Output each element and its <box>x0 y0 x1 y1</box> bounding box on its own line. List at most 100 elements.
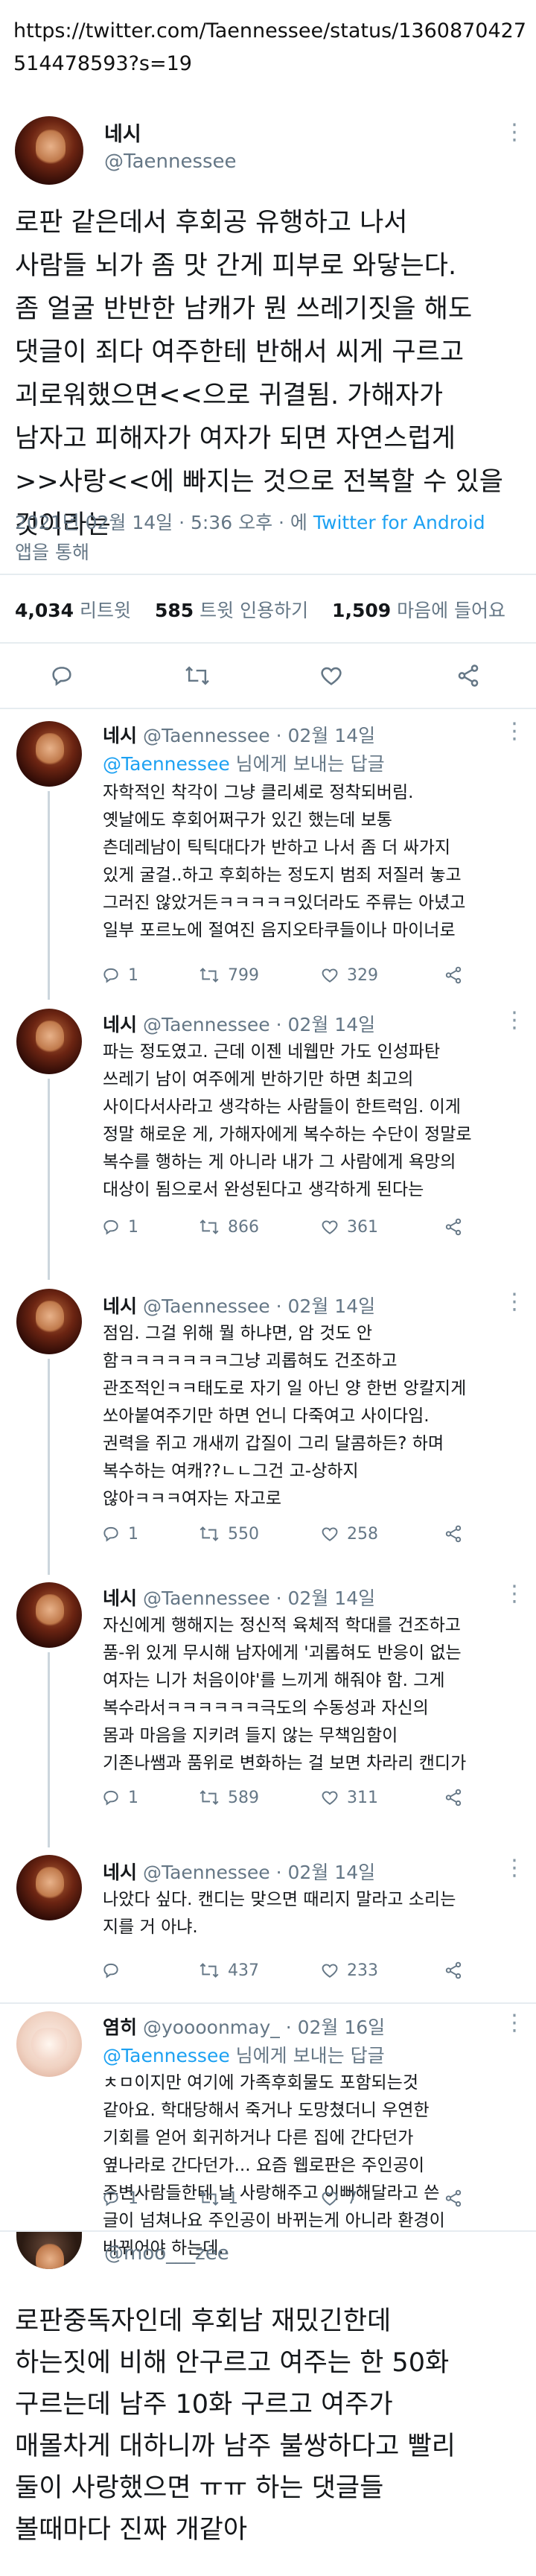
reply-text: 자신에게 행해지는 정신적 육체적 학대를 건조하고 품-위 있게 무시해 남자… <box>103 1612 520 1777</box>
share-button[interactable] <box>444 1952 463 1989</box>
like-count: 311 <box>347 1788 378 1807</box>
like-icon <box>322 1791 338 1805</box>
reply-header: 네시 @Taennessee · 02월 14일 <box>103 721 375 748</box>
main-action-bar <box>0 657 536 694</box>
reply-to-handle[interactable]: @Taennessee <box>103 2045 230 2066</box>
reply-author-name[interactable]: 네시 <box>103 1862 137 1883</box>
reply-author-name[interactable]: 네시 <box>103 1014 137 1035</box>
like-icon <box>322 1964 338 1978</box>
reply-line: 복수를 행하는 게 아니라 내가 그 사람에게 욕망의 <box>103 1152 456 1172</box>
bottom-avatar[interactable] <box>16 2232 82 2269</box>
author-handle[interactable]: @Taennessee <box>104 150 237 173</box>
like-button[interactable]: 233 <box>320 1952 378 1989</box>
reply-button[interactable] <box>101 1952 128 1989</box>
more-icon[interactable]: ⋮ <box>503 2012 526 2034</box>
bottom-handle[interactable]: @moo___zee <box>104 2242 229 2265</box>
reply-avatar[interactable] <box>16 2011 82 2077</box>
like-button[interactable]: 311 <box>320 1779 378 1816</box>
retweet-icon <box>200 1790 219 1805</box>
tweet-line: 좀 얼굴 반반한 남캐가 뭔 쓰레기짓을 해도 <box>15 294 473 324</box>
reply-count: 1 <box>128 1217 138 1237</box>
reply-author-name[interactable]: 네시 <box>103 1587 137 1609</box>
retweet-count: 4,034 <box>15 600 74 621</box>
like-icon <box>322 2192 338 2206</box>
more-icon[interactable]: ⋮ <box>503 1291 526 1313</box>
reply-line: 사이다서사라고 생각하는 사람들이 한트럭임. 이게 <box>103 1097 461 1117</box>
like-button[interactable]: 258 <box>320 1515 378 1552</box>
retweet-count: 437 <box>228 1961 259 1980</box>
share-icon <box>445 966 462 984</box>
more-icon[interactable]: ⋮ <box>503 121 526 144</box>
author-avatar[interactable] <box>15 116 83 185</box>
reply-button[interactable] <box>49 657 74 694</box>
retweet-count: 550 <box>228 1524 259 1544</box>
share-button[interactable] <box>444 1515 463 1552</box>
reply-icon <box>103 1526 118 1542</box>
reply-button[interactable]: 1 <box>101 1779 138 1816</box>
retweet-stat[interactable]: 4,034 리트윗 <box>15 600 131 621</box>
retweet-button[interactable]: 437 <box>198 1952 259 1989</box>
reply-avatar[interactable] <box>16 1582 82 1648</box>
reply-handle-date: @Taennessee · 02월 14일 <box>142 725 376 746</box>
reply-line: 있게 굴걸..하고 후회하는 정도지 범죄 저질러 놓고 <box>103 866 462 885</box>
reply-line: 대상이 됨으로서 완성된다고 생각하게 된다는 <box>103 1180 424 1199</box>
reply-line: 옛날에도 후회어쩌구가 있긴 했는데 보통 <box>103 810 392 830</box>
reply-line: 같아요. 학대당해서 죽거나 도망쳤더니 우연한 <box>103 2101 430 2120</box>
more-icon[interactable]: ⋮ <box>503 720 526 743</box>
reply-avatar[interactable] <box>16 1855 82 1920</box>
reply-avatar[interactable] <box>16 1289 82 1354</box>
reply-button[interactable]: 1 <box>101 2180 138 2217</box>
reply-icon <box>103 968 118 983</box>
retweet-icon <box>185 666 209 685</box>
reply-button[interactable]: 1 <box>101 957 138 994</box>
more-icon[interactable]: ⋮ <box>503 1857 526 1879</box>
divider <box>0 2002 536 2004</box>
source-link[interactable]: Twitter for Android <box>313 512 485 533</box>
retweet-icon <box>200 1219 219 1234</box>
reply-author-name[interactable]: 네시 <box>103 725 137 746</box>
more-icon[interactable]: ⋮ <box>503 1009 526 1032</box>
reply-line: 복수하는 여캐??ㄴㄴ그건 고-상하지 <box>103 1462 359 1481</box>
reply-line: 함ㅋㅋㅋㅋㅋㅋㅋ그냥 괴롭혀도 건조하고 <box>103 1351 398 1371</box>
reply-avatar[interactable] <box>16 721 82 787</box>
reply-button[interactable]: 1 <box>101 1208 138 1246</box>
tweet-url[interactable]: https://twitter.com/Taennessee/status/13… <box>13 15 527 80</box>
reply-icon <box>103 1963 118 1979</box>
reply-header: 네시 @Taennessee · 02월 14일 <box>103 1584 375 1611</box>
author-name[interactable]: 네시 <box>104 118 141 147</box>
like-count: 1,509 <box>332 600 392 621</box>
more-icon[interactable]: ⋮ <box>503 1583 526 1605</box>
share-button[interactable] <box>444 1779 463 1816</box>
like-button[interactable] <box>319 657 344 694</box>
reply-author-name[interactable]: 염히 <box>103 2017 137 2038</box>
tweet-line: 댓글이 죄다 여주한테 반해서 씨게 구르고 <box>15 337 465 367</box>
share-button[interactable] <box>456 657 481 694</box>
reply-line: 권력을 쥐고 개새끼 갑질이 그리 달콤하든? 하며 <box>103 1434 444 1453</box>
share-button[interactable] <box>444 1208 463 1246</box>
like-button[interactable]: 361 <box>320 1208 378 1246</box>
quote-stat[interactable]: 585 트윗 인용하기 <box>155 600 308 621</box>
retweet-button[interactable] <box>183 657 211 694</box>
share-button[interactable] <box>444 2180 463 2217</box>
reply-line: 정말 해로운 게, 가해자에게 복수하는 수단이 정말로 <box>103 1125 472 1144</box>
reply-author-name[interactable]: 네시 <box>103 1295 137 1317</box>
retweet-button[interactable]: 866 <box>198 1208 259 1246</box>
like-count: 233 <box>347 1961 378 1980</box>
reply-to-handle[interactable]: @Taennessee <box>103 753 230 775</box>
like-stat[interactable]: 1,509 마음에 들어요 <box>332 600 505 621</box>
like-button[interactable]: 7 <box>320 2180 357 2217</box>
reply-button[interactable]: 1 <box>101 1515 138 1552</box>
reply-handle-date: @Taennessee · 02월 14일 <box>142 1295 376 1317</box>
share-button[interactable] <box>444 957 463 994</box>
reply-text: 파는 정도였고. 근데 이젠 네웹만 가도 인성파탄 쓰레기 남이 여주에게 반… <box>103 1038 520 1204</box>
retweet-button[interactable]: 799 <box>198 957 259 994</box>
reply-text: 점임. 그걸 위해 뭘 하냐면, 암 것도 안 함ㅋㅋㅋㅋㅋㅋㅋ그냥 괴롭혀도 … <box>103 1320 520 1513</box>
retweet-button[interactable]: 550 <box>198 1515 259 1552</box>
reply-avatar[interactable] <box>16 1009 82 1074</box>
like-count: 7 <box>347 2189 357 2208</box>
like-icon <box>321 667 342 685</box>
retweet-button[interactable]: 589 <box>198 1779 259 1816</box>
like-button[interactable]: 329 <box>320 957 378 994</box>
reply-action-bar: 1 799 329 <box>0 957 536 994</box>
retweet-button[interactable]: 1 <box>198 2180 238 2217</box>
